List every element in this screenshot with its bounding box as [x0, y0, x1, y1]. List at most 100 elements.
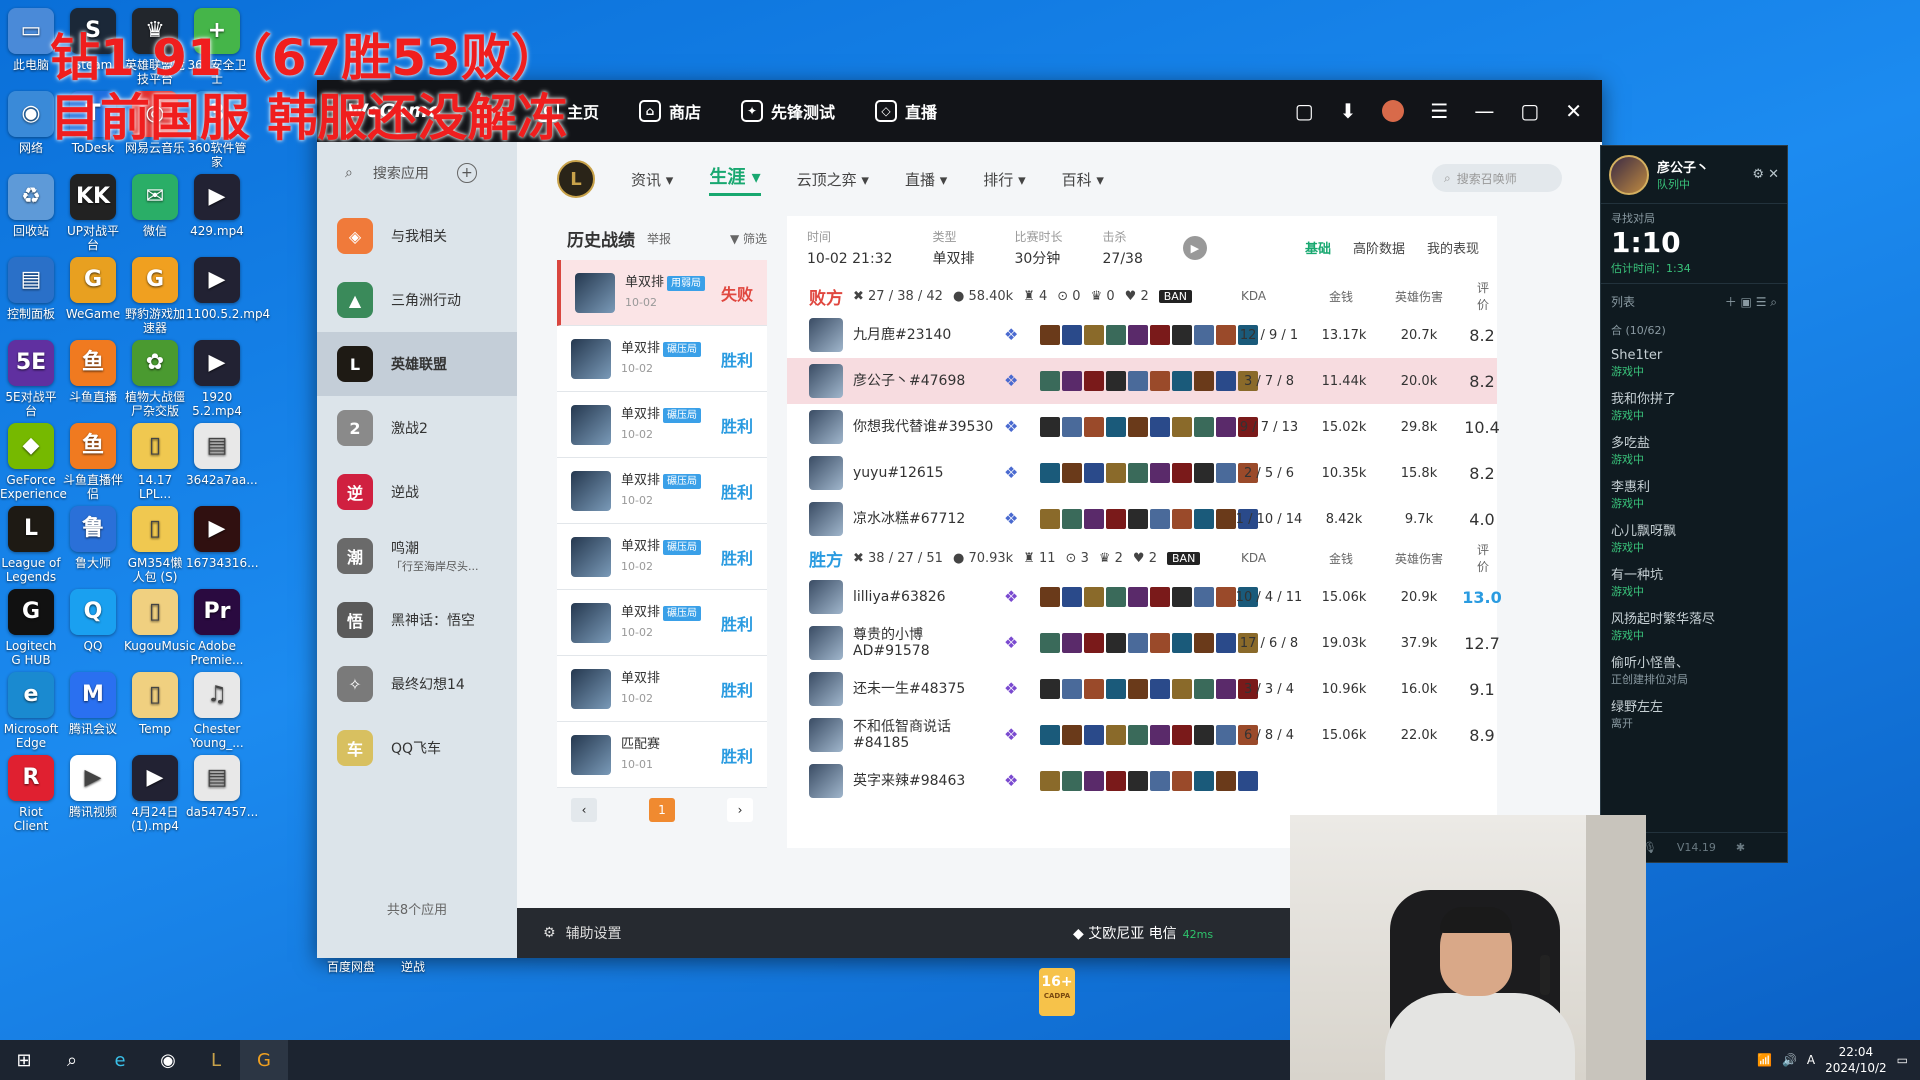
- add-icon[interactable]: +: [456, 163, 477, 183]
- summoner-search-input[interactable]: ⌕ 搜索召唤师: [1432, 164, 1562, 192]
- player-row[interactable]: lilliya#63826 ❖ 10 / 4 / 11 15.06k 20.9k 13.0: [787, 574, 1502, 620]
- player-row[interactable]: yuyu#12615 ❖ 2 / 5 / 6 10.35k 15.8k 8.2: [787, 450, 1497, 496]
- search-icon[interactable]: ⌕: [48, 1040, 96, 1080]
- desktop-icon[interactable]: ▶ 16734316...: [186, 506, 259, 570]
- start-icon[interactable]: ⊞: [0, 1040, 48, 1080]
- replay-icon[interactable]: ▶: [1182, 236, 1207, 260]
- menu-icon[interactable]: ☰: [1430, 99, 1448, 123]
- volume-icon[interactable]: 🔊: [1782, 1053, 1797, 1067]
- ime-icon[interactable]: A: [1807, 1053, 1815, 1067]
- sidebar-app-item[interactable]: ▲ 三角洲行动: [317, 268, 517, 332]
- settings-icon[interactable]: ⚙: [543, 925, 556, 941]
- desktop-icon[interactable]: ✿ 植物大战僵尸杂交版: [124, 340, 186, 418]
- match-list-item[interactable]: 单双排 碾压局 10-02 胜利: [557, 326, 767, 392]
- desktop-icon[interactable]: G 野豹游戏加速器: [124, 257, 186, 335]
- desktop-icon[interactable]: ▶ 1920 5.2.mp4: [186, 340, 248, 418]
- friend-item[interactable]: She1ter 游戏中: [1601, 342, 1787, 386]
- player-name[interactable]: 彦公子丶#47698: [853, 373, 965, 389]
- wegame-icon[interactable]: G: [240, 1040, 288, 1080]
- sidebar-app-item[interactable]: L 英雄联盟: [317, 332, 517, 396]
- friend-group[interactable]: 合 (10/62): [1601, 318, 1787, 342]
- desktop-icon[interactable]: ▯ GM354懒人包 (S): [124, 506, 186, 584]
- tab-my-performance[interactable]: 我的表现: [1427, 238, 1479, 257]
- minimize-button[interactable]: —: [1474, 99, 1494, 123]
- sidebar-app-item[interactable]: ✧ 最终幻想14: [317, 652, 517, 716]
- desktop-icon[interactable]: G WeGame: [62, 257, 124, 321]
- desktop-icon[interactable]: M 腾讯会议: [62, 672, 124, 736]
- filter-button[interactable]: ▼ 筛选: [730, 230, 767, 247]
- desktop-icon[interactable]: ▶ 腾讯视频: [62, 755, 124, 819]
- page-number[interactable]: 1: [649, 798, 675, 822]
- desktop-icon[interactable]: 鱼斗鱼直播: [62, 340, 124, 404]
- notification-icon[interactable]: ▭: [1897, 1053, 1908, 1067]
- bug-icon[interactable]: ✱: [1736, 841, 1745, 854]
- close-button[interactable]: ✕: [1565, 99, 1582, 123]
- desktop-icon[interactable]: Pr Adobe Premie...: [186, 589, 248, 667]
- player-name[interactable]: 九月鹿#23140: [853, 327, 951, 343]
- match-list-item[interactable]: 单双排 碾压局 10-02 胜利: [557, 590, 767, 656]
- subnav-tab[interactable]: 云顶之弈 ▾: [797, 169, 869, 190]
- download-icon[interactable]: ⬇: [1340, 99, 1357, 123]
- sidebar-app-item[interactable]: 车 QQ飞车: [317, 716, 517, 780]
- player-name[interactable]: 还未一生#48375: [853, 681, 965, 697]
- desktop-icon[interactable]: ▶ 4月24日(1).mp4: [124, 755, 186, 833]
- desktop-icon[interactable]: ♫ Chester Young_...: [186, 672, 248, 750]
- maximize-button[interactable]: ▢: [1520, 99, 1539, 123]
- desktop-icon[interactable]: G Logitech G HUB: [0, 589, 62, 667]
- avatar[interactable]: [1382, 100, 1405, 122]
- sidebar-app-item[interactable]: 逆 逆战: [317, 460, 517, 524]
- ban-button[interactable]: BAN: [1167, 551, 1201, 565]
- ban-button[interactable]: BAN: [1158, 289, 1193, 303]
- column-header-score[interactable]: 评价: [1477, 541, 1497, 575]
- desktop-icon[interactable]: ▤ 控制面板: [0, 257, 62, 321]
- edge-icon[interactable]: e: [96, 1040, 144, 1080]
- subnav-tab[interactable]: 排行 ▾: [983, 169, 1025, 190]
- match-list-item[interactable]: 单双排 碾压局 10-02 胜利: [557, 458, 767, 524]
- desktop-icon[interactable]: 鱼斗鱼直播伴侣: [62, 423, 124, 501]
- lol-icon[interactable]: L: [192, 1040, 240, 1080]
- desktop-icon[interactable]: 鲁鲁大师: [62, 506, 124, 570]
- desktop-icon[interactable]: ▤ da547457...: [186, 755, 258, 819]
- player-row[interactable]: 不和低智商说话#84185 ❖ 6 / 8 / 4 15.06k 22.0k 8.9: [787, 712, 1497, 758]
- assist-settings-button[interactable]: 辅助设置: [566, 923, 622, 943]
- next-page-button[interactable]: ›: [727, 798, 753, 822]
- match-list-item[interactable]: 单双排 碾压局 10-02 胜利: [557, 524, 767, 590]
- player-row[interactable]: 彦公子丶#47698 ❖ 3 / 7 / 8 11.44k 20.0k 8.2: [787, 358, 1497, 404]
- desktop-icon[interactable]: 5E 5E对战平台: [0, 340, 62, 418]
- desktop-icon[interactable]: Q QQ: [62, 589, 124, 653]
- player-row[interactable]: 九月鹿#23140 ❖ 12 / 9 / 1 13.17k 20.7k 8.2: [787, 312, 1497, 358]
- friend-item[interactable]: 多吃盐 游戏中: [1601, 430, 1787, 474]
- friend-item[interactable]: 我和你拼了 游戏中: [1601, 386, 1787, 430]
- subnav-tab[interactable]: 资讯 ▾: [631, 169, 673, 190]
- column-header-gold[interactable]: 金钱: [1329, 550, 1353, 567]
- wifi-icon[interactable]: 📶: [1757, 1053, 1772, 1067]
- server-status[interactable]: ◆ 艾欧尼亚 电信 42ms: [1073, 923, 1213, 943]
- friend-item[interactable]: 风扬起时繁华落尽 游戏中: [1601, 606, 1787, 650]
- player-name[interactable]: 英字来辣#98463: [853, 773, 965, 789]
- player-name[interactable]: lilliya#63826: [853, 589, 946, 605]
- column-header-dmg[interactable]: 英雄伤害: [1395, 550, 1443, 567]
- desktop-icon[interactable]: ▤ 3642a7aa...: [186, 423, 258, 487]
- friend-item[interactable]: 偷听小怪兽、 正创建排位对局: [1601, 650, 1787, 694]
- desktop-icon[interactable]: 逆战: [382, 960, 444, 974]
- gear-icon[interactable]: ⚙ ✕: [1752, 167, 1779, 182]
- desktop-icon[interactable]: ▯ 14.17 LPL...: [124, 423, 186, 501]
- desktop-icon[interactable]: ◆ GeForce Experience: [0, 423, 67, 501]
- player-row[interactable]: 尊贵的小博AD#91578 ❖ 17 / 6 / 8 19.03k 37.9k 12.7: [787, 620, 1500, 666]
- desktop-icon[interactable]: ▯ Temp: [124, 672, 186, 736]
- tab-basic[interactable]: 基础: [1305, 238, 1331, 257]
- player-row[interactable]: 还未一生#48375 ❖ 3 / 3 / 4 10.96k 16.0k 9.1: [787, 666, 1497, 712]
- avatar[interactable]: [1609, 154, 1649, 195]
- report-link[interactable]: 举报: [647, 230, 671, 247]
- subnav-tab[interactable]: 百科 ▾: [1062, 169, 1104, 190]
- desktop-icon[interactable]: R Riot Client: [0, 755, 62, 833]
- player-name[interactable]: yuyu#12615: [853, 465, 944, 481]
- desktop-icon[interactable]: ▶ 429.mp4: [186, 174, 248, 238]
- obs-icon[interactable]: ◉: [144, 1040, 192, 1080]
- desktop-icon[interactable]: L League of Legends: [0, 506, 62, 584]
- subnav-tab[interactable]: 直播 ▾: [905, 169, 947, 190]
- desktop-icon[interactable]: e Microsoft Edge: [0, 672, 62, 750]
- match-list-item[interactable]: 单双排 用弱局 10-02 失败: [557, 260, 767, 326]
- nav-item[interactable]: ✦ 先锋测试: [741, 99, 835, 123]
- column-header-kda[interactable]: KDA: [1241, 551, 1266, 565]
